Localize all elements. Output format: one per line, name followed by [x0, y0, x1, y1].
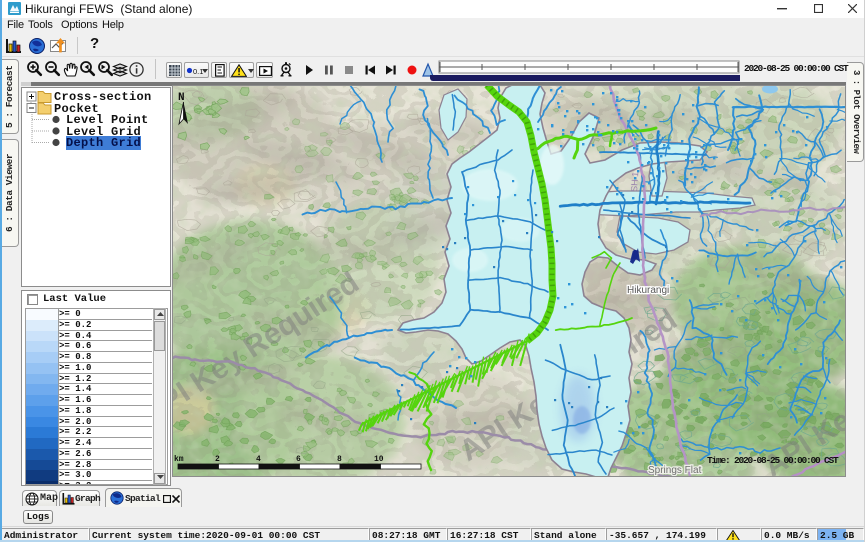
svg-text:Springs Flat: Springs Flat	[648, 465, 702, 476]
svg-text:10: 10	[374, 455, 384, 464]
svg-text:SH 1: SH 1	[629, 171, 640, 192]
svg-text:2: 2	[215, 455, 220, 464]
svg-text:6: 6	[296, 455, 301, 464]
svg-text:4: 4	[256, 455, 261, 464]
svg-text:8: 8	[337, 455, 342, 464]
svg-text:km: km	[174, 455, 184, 464]
svg-text:Hikurangi: Hikurangi	[627, 285, 669, 296]
svg-text:Time: 2020-08-25 00:00:00 CST: Time: 2020-08-25 00:00:00 CST	[707, 455, 839, 466]
